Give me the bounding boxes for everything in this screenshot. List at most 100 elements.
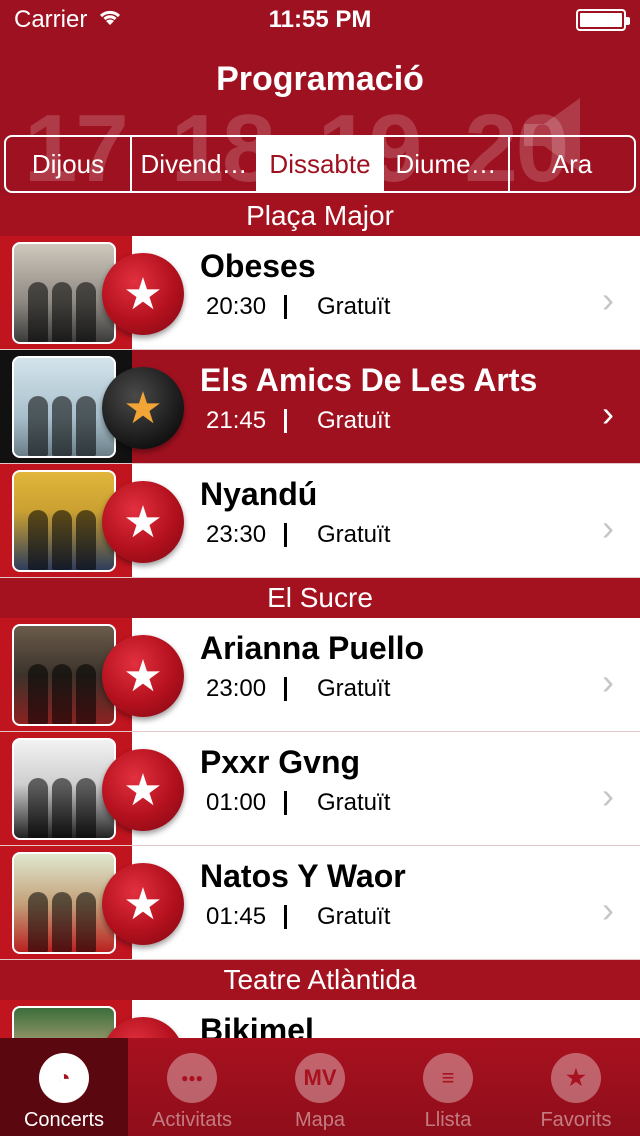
- llista-icon: ≡: [423, 1053, 473, 1103]
- artist-name: Arianna Puello: [200, 630, 425, 666]
- photo-figure: [52, 396, 72, 456]
- tab-bar: ◔ Concerts ●●● Activitats MV Mapa ≡ Llista ★ Favo…: [0, 1038, 640, 1136]
- photo-figure: [52, 510, 72, 570]
- favorite-star-button[interactable]: ★: [102, 863, 184, 945]
- concert-price: Gratuït: [317, 407, 391, 434]
- photo-figure: [28, 778, 48, 838]
- photo-figure: [52, 664, 72, 724]
- tab-label: Activitats: [151, 1109, 233, 1131]
- concert-row[interactable]: ★ Natos Y Waor 01:45 Gratuït ›: [0, 846, 640, 960]
- row-text: Nyandú 23:30 Gratuït: [200, 476, 580, 549]
- favorits-icon: ★: [551, 1053, 601, 1103]
- photo-figure: [76, 282, 96, 342]
- tab-label: Favorits: [540, 1109, 612, 1131]
- status-bar: Carrier 11:55 PM: [0, 0, 640, 40]
- row-meta: 23:30 Gratuït: [200, 521, 580, 549]
- artist-name: Nyandú: [200, 476, 318, 512]
- favorite-star-button[interactable]: ★: [102, 253, 184, 335]
- day-selector: Dijous Divend… Dissabte Diume… Ara: [4, 135, 636, 193]
- artist-name: Bikimel: [200, 1012, 314, 1038]
- artist-photo: [12, 738, 116, 840]
- chevron-right-icon: ›: [602, 775, 614, 816]
- separator: [284, 677, 287, 701]
- mapa-icon: MV: [295, 1053, 345, 1103]
- photo-figure: [52, 892, 72, 952]
- activitats-icon: ●●●: [167, 1053, 217, 1103]
- photo-figure: [76, 510, 96, 570]
- concert-time: 23:00: [206, 675, 267, 702]
- tab-activitats[interactable]: ●●● Activitats: [128, 1038, 256, 1136]
- artist-name: Pxxr Gvng: [200, 744, 361, 780]
- day-tab[interactable]: Diume…: [384, 137, 510, 191]
- concert-price: Gratuït: [317, 789, 391, 816]
- day-tab[interactable]: Dijous: [6, 137, 132, 191]
- row-text: Arianna Puello 23:00 Gratuït: [200, 630, 580, 703]
- carrier-label: Carrier: [14, 6, 88, 33]
- row-meta: 23:00 Gratuït: [200, 675, 580, 703]
- battery-icon: [576, 9, 630, 31]
- tab-mapa[interactable]: MV Mapa: [256, 1038, 384, 1136]
- favorite-star-button[interactable]: ★: [102, 635, 184, 717]
- status-left: Carrier: [14, 6, 576, 34]
- separator: [284, 523, 287, 547]
- concert-time: 23:30: [206, 521, 267, 548]
- artist-name: Els Amics De Les Arts: [200, 362, 538, 398]
- day-tab[interactable]: Ara: [510, 137, 634, 191]
- chevron-right-icon: ›: [602, 393, 614, 434]
- header: 17 18 19 20 Programació DijousDivend…Dis…: [0, 40, 640, 196]
- favorite-star-button[interactable]: ★: [102, 367, 184, 449]
- photo-figure: [28, 664, 48, 724]
- photo-figure: [28, 892, 48, 952]
- page-title: Programació: [216, 60, 424, 98]
- section-header: Plaça Major: [0, 196, 640, 236]
- favorite-star-button[interactable]: ★: [102, 481, 184, 563]
- photo-figure: [76, 396, 96, 456]
- concert-price: Gratuït: [317, 675, 391, 702]
- photo-figure: [76, 892, 96, 952]
- tab-favorits[interactable]: ★ Favorits: [512, 1038, 640, 1136]
- favorite-star-button[interactable]: ★: [102, 749, 184, 831]
- concert-row[interactable]: ★ Obeses 20:30 Gratuït ›: [0, 236, 640, 350]
- chevron-right-icon: ›: [602, 279, 614, 320]
- photo-figure: [28, 510, 48, 570]
- photo-figure: [52, 778, 72, 838]
- concert-time: 01:45: [206, 903, 267, 930]
- day-tab[interactable]: Dissabte: [258, 137, 384, 191]
- row-text: Natos Y Waor 01:45 Gratuït: [200, 858, 580, 931]
- separator: [284, 905, 287, 929]
- separator: [284, 295, 287, 319]
- row-text: Bikimel: [200, 1012, 580, 1038]
- row-meta: 01:45 Gratuït: [200, 903, 580, 931]
- artist-photo: [12, 242, 116, 344]
- concert-price: Gratuït: [317, 903, 391, 930]
- artist-name: Obeses: [200, 248, 316, 284]
- row-meta: 20:30 Gratuït: [200, 293, 580, 321]
- tab-label: Concerts: [23, 1109, 105, 1131]
- tab-label: Llista: [424, 1109, 472, 1131]
- row-text: Obeses 20:30 Gratuït: [200, 248, 580, 321]
- concert-price: Gratuït: [317, 521, 391, 548]
- concert-list[interactable]: Plaça Major ★ Obeses 20:30 Gratuït › ★ Els Amic…: [0, 196, 640, 1038]
- concert-row[interactable]: ★ Arianna Puello 23:00 Gratuït ›: [0, 618, 640, 732]
- concert-row[interactable]: ★Bikimel›: [0, 1000, 640, 1038]
- concert-price: Gratuït: [317, 293, 391, 320]
- tab-label: Mapa: [294, 1109, 346, 1131]
- photo-figure: [28, 396, 48, 456]
- artist-name: Natos Y Waor: [200, 858, 406, 894]
- artist-photo: [12, 852, 116, 954]
- section-header: El Sucre: [0, 578, 640, 618]
- day-tab[interactable]: Divend…: [132, 137, 258, 191]
- tab-concerts[interactable]: ◔ Concerts: [0, 1038, 128, 1136]
- chevron-right-icon: ›: [602, 889, 614, 930]
- row-text: Els Amics De Les Arts 21:45 Gratuït: [200, 362, 580, 435]
- photo-figure: [28, 282, 48, 342]
- artist-photo: [12, 356, 116, 458]
- concert-row[interactable]: ★ Pxxr Gvng 01:00 Gratuït ›: [0, 732, 640, 846]
- tab-llista[interactable]: ≡ Llista: [384, 1038, 512, 1136]
- row-meta: 21:45 Gratuït: [200, 407, 580, 435]
- concert-row[interactable]: ★ Els Amics De Les Arts 21:45 Gratuït ›: [0, 350, 640, 464]
- separator: [284, 791, 287, 815]
- separator: [284, 409, 287, 433]
- photo-figure: [76, 778, 96, 838]
- concert-row[interactable]: ★ Nyandú 23:30 Gratuït ›: [0, 464, 640, 578]
